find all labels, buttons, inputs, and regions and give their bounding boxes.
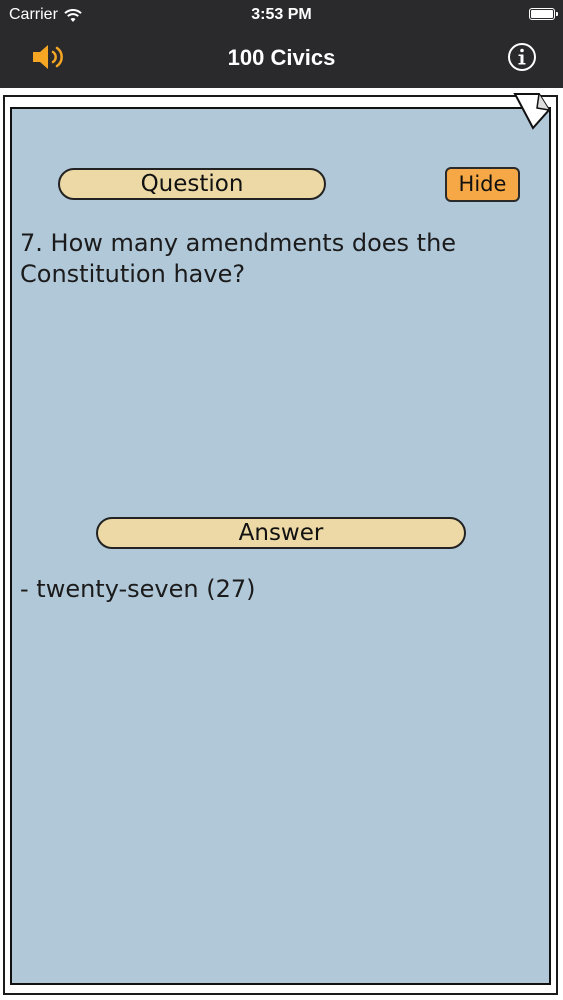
- nav-bar: 100 Civics: [0, 30, 563, 86]
- status-bar: Carrier 3:53 PM: [0, 0, 563, 30]
- battery-fill: [531, 10, 553, 18]
- answer-text: - twenty-seven (27): [20, 575, 256, 603]
- info-icon[interactable]: [507, 42, 537, 72]
- nav-title: 100 Civics: [227, 45, 336, 70]
- status-time: 3:53 PM: [251, 6, 312, 23]
- top-bar: Carrier 3:53 PM 100 Civics: [0, 0, 563, 88]
- question-text: 7. How many amendments does the Constitu…: [20, 229, 457, 288]
- battery-icon: [529, 8, 558, 20]
- question-header: Question: [58, 168, 326, 200]
- page-curl-icon[interactable]: [511, 88, 551, 138]
- answer-header: Answer: [96, 517, 466, 549]
- hide-button[interactable]: Hide: [445, 167, 520, 202]
